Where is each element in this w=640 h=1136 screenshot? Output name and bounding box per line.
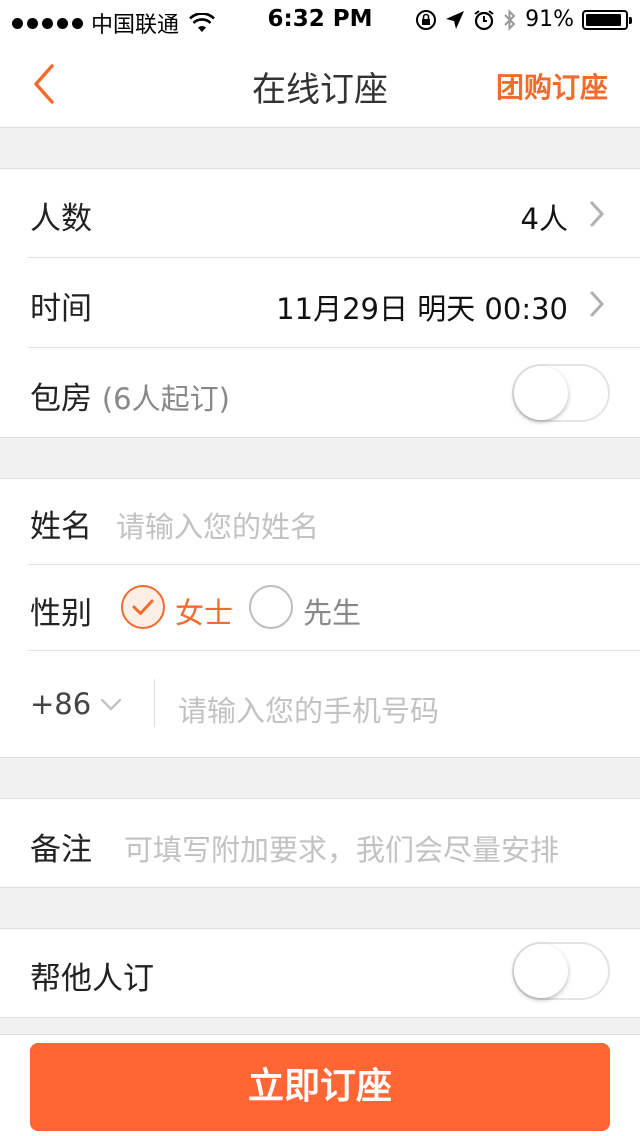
alarm-icon xyxy=(474,9,494,30)
remark-label: 备注 xyxy=(30,832,92,868)
gender-label: 性别 xyxy=(30,596,92,632)
name-input[interactable]: 请输入您的姓名 xyxy=(116,504,319,546)
submit-bar: 立即订座 xyxy=(0,1034,640,1136)
battery-percent: 91% xyxy=(525,7,574,32)
book-for-others-toggle[interactable] xyxy=(512,942,610,1000)
toggle-knob xyxy=(514,944,568,998)
book-now-button[interactable]: 立即订座 xyxy=(30,1043,610,1131)
book-for-others-row: 帮他人订 xyxy=(0,929,640,1019)
gender-option-female[interactable] xyxy=(121,585,165,629)
phone-row: +86 请输入您的手机号码 xyxy=(0,651,640,757)
orientation-lock-icon xyxy=(416,9,437,30)
chevron-down-icon xyxy=(100,698,122,711)
phone-input[interactable]: 请输入您的手机号码 xyxy=(178,688,439,730)
name-row: 姓名 请输入您的姓名 xyxy=(0,479,640,565)
private-room-note: (6人起订) xyxy=(101,382,230,416)
name-label: 姓名 xyxy=(30,509,92,545)
group-buy-booking-link[interactable]: 团购订座 xyxy=(496,66,608,106)
private-room-title: 包房 xyxy=(30,381,92,417)
country-code-select[interactable]: +86 xyxy=(30,687,91,721)
private-room-row: 包房 (6人起订) xyxy=(0,348,640,438)
people-label: 人数 xyxy=(30,201,92,237)
phone-divider xyxy=(154,679,155,727)
gender-row: 性别 女士 先生 xyxy=(0,565,640,651)
book-for-others-label: 帮他人订 xyxy=(30,961,154,997)
chevron-right-icon xyxy=(590,291,605,317)
contact-section: 姓名 请输入您的姓名 性别 女士 先生 +86 请输入您的手机号码 xyxy=(0,478,640,758)
private-room-toggle[interactable] xyxy=(512,364,610,422)
people-row[interactable]: 人数 4人 xyxy=(0,169,640,258)
remark-section: 备注 可填写附加要求，我们会尽量安排 xyxy=(0,798,640,888)
chevron-right-icon xyxy=(590,201,605,227)
people-value: 4人 xyxy=(520,202,568,236)
gender-male-label[interactable]: 先生 xyxy=(303,590,361,632)
toggle-knob xyxy=(514,366,568,420)
check-icon xyxy=(132,599,154,615)
time-label: 时间 xyxy=(30,291,92,327)
bluetooth-icon xyxy=(504,8,516,31)
booking-section: 人数 4人 时间 11月29日 明天 00:30 包房 (6人起订) xyxy=(0,168,640,438)
status-bar: 中国联通 6:32 PM 91% xyxy=(0,0,640,40)
gender-option-male[interactable] xyxy=(249,585,293,629)
time-value: 11月29日 明天 00:30 xyxy=(276,292,568,326)
navigation-bar: 在线订座 团购订座 xyxy=(0,40,640,128)
remark-row: 备注 可填写附加要求，我们会尽量安排 xyxy=(0,799,640,889)
battery-fill xyxy=(586,13,621,26)
private-room-label: 包房 (6人起订) xyxy=(30,373,230,418)
location-arrow-icon xyxy=(446,10,465,29)
status-right: 91% xyxy=(415,7,632,32)
book-for-others-section: 帮他人订 xyxy=(0,928,640,1018)
remark-input[interactable]: 可填写附加要求，我们会尽量安排 xyxy=(124,827,559,869)
gender-female-label[interactable]: 女士 xyxy=(175,590,233,632)
battery-icon xyxy=(582,9,632,30)
time-row[interactable]: 时间 11月29日 明天 00:30 xyxy=(0,258,640,348)
